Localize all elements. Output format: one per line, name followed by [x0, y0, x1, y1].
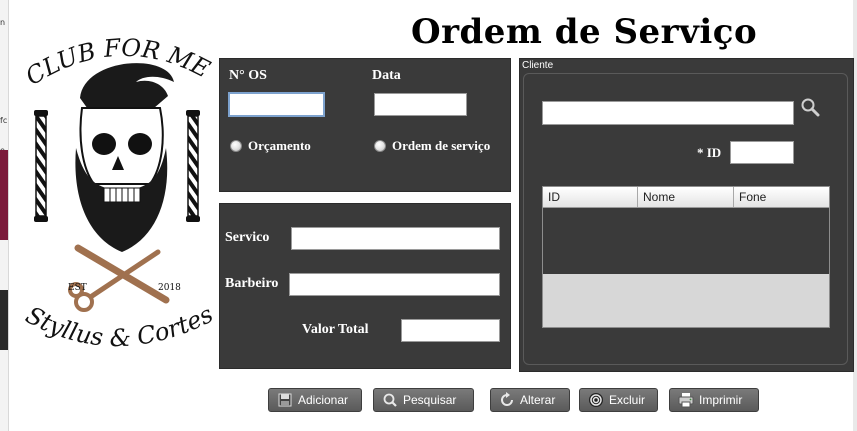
logo-year-text: 2018: [158, 283, 181, 293]
scissors-icon: [68, 244, 170, 312]
table-body[interactable]: [543, 208, 829, 274]
column-header-nome[interactable]: Nome: [638, 187, 734, 207]
barber-field[interactable]: [289, 273, 500, 296]
search-button[interactable]: Pesquisar: [373, 388, 474, 412]
add-button-label: Adicionar: [298, 393, 349, 407]
radio-ordem-de-servico[interactable]: Ordem de serviço: [374, 138, 490, 154]
search-button-label: Pesquisar: [403, 393, 457, 407]
print-button-label: Imprimir: [699, 393, 743, 407]
os-number-label: N° OS: [229, 68, 267, 83]
delete-button-label: Excluir: [609, 393, 646, 407]
svg-text:Styllus & Cortes: Styllus & Cortes: [21, 300, 217, 352]
barbershop-logo: CLUB FOR MEN EST 2018 Styllus & Cortes: [18, 38, 217, 352]
client-table[interactable]: ID Nome Fone: [542, 186, 830, 328]
barber-pole-left-icon: [34, 110, 48, 222]
client-id-field[interactable]: [730, 141, 794, 164]
radio-orcamento-label: Orçamento: [248, 138, 311, 153]
radio-orcamento[interactable]: Orçamento: [230, 138, 311, 154]
barber-pole-right-icon: [186, 110, 200, 222]
update-button-label: Alterar: [520, 393, 556, 407]
total-value-field[interactable]: [401, 319, 500, 342]
search-icon[interactable]: [800, 97, 820, 117]
logo-bottom-text: Styllus & Cortes: [21, 300, 217, 352]
date-label: Data: [372, 68, 401, 83]
client-id-label: * ID: [697, 145, 722, 160]
radio-button-icon[interactable]: [230, 140, 242, 152]
printer-icon: [678, 392, 694, 408]
column-header-fone[interactable]: Fone: [734, 187, 829, 207]
service-label: Servico: [225, 230, 270, 245]
client-search-input[interactable]: [542, 101, 794, 125]
update-button[interactable]: Alterar: [490, 388, 570, 412]
floppy-disk-icon: [277, 392, 293, 408]
os-number-field[interactable]: [228, 92, 325, 117]
column-header-id[interactable]: ID: [543, 187, 638, 207]
barber-label: Barbeiro: [225, 276, 279, 291]
print-button[interactable]: Imprimir: [669, 388, 759, 412]
target-icon: [588, 392, 604, 408]
logo-est-text: EST: [68, 283, 87, 293]
client-legend: Cliente: [522, 60, 554, 71]
radio-ordem-label: Ordem de serviço: [392, 138, 491, 153]
table-header: ID Nome Fone: [543, 187, 829, 208]
add-button[interactable]: Adicionar: [268, 388, 362, 412]
delete-button[interactable]: Excluir: [579, 388, 658, 412]
page-title: Ordem de Serviço: [411, 12, 758, 52]
magnifier-icon: [382, 392, 398, 408]
refresh-icon: [499, 392, 515, 408]
date-field[interactable]: [374, 93, 467, 116]
background-window-edge: n fc e: [0, 0, 9, 431]
radio-button-icon[interactable]: [374, 140, 386, 152]
total-value-label: Valor Total: [302, 322, 369, 337]
service-field[interactable]: [291, 227, 500, 250]
